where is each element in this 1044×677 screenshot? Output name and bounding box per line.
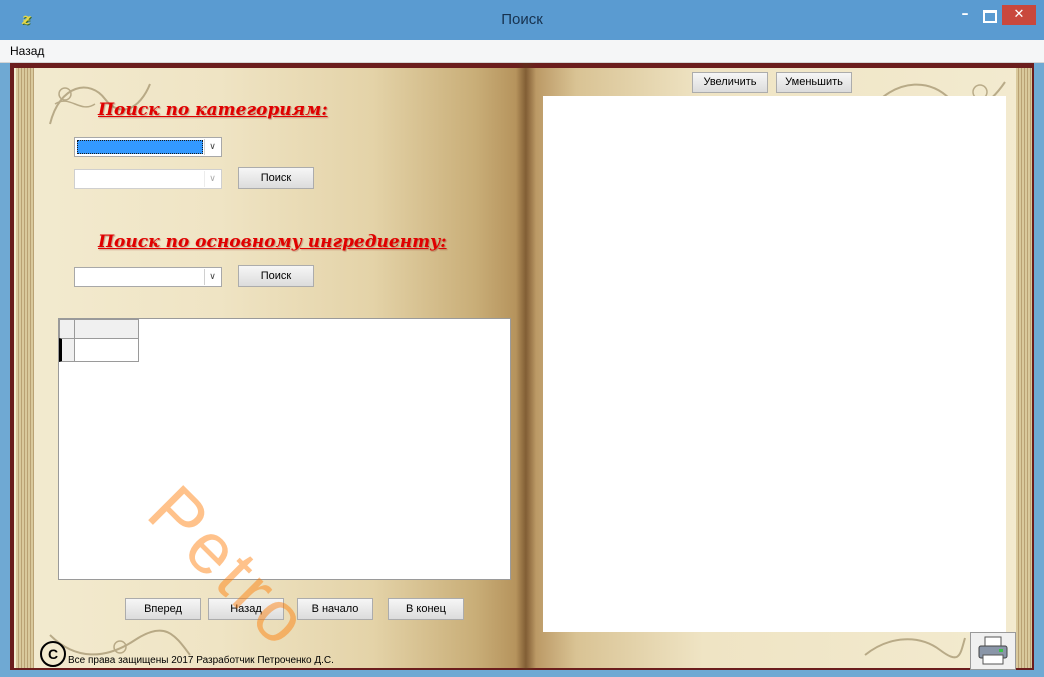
grid-column-header[interactable] [74,319,139,339]
chevron-down-icon[interactable]: ∨ [204,269,220,285]
print-button[interactable] [970,632,1016,670]
window-title: Поиск [501,11,543,28]
menu-item-back[interactable]: Назад [10,44,44,58]
copyright-text: Все права защищены 2017 Разработчик Петр… [68,655,334,666]
menu-bar: Назад [0,40,1044,63]
results-grid[interactable] [58,318,511,580]
grid-row-header[interactable] [59,338,75,362]
subcategory-select[interactable]: ∨ [74,169,222,189]
ingredient-search-heading: Поиск по основному ингредиенту: [98,232,447,252]
title-bar: ƶ Поиск – ✕ [0,0,1044,40]
grid-cell[interactable] [74,338,139,362]
printer-icon [978,636,1008,665]
grid-corner-cell [59,319,75,339]
back-button[interactable]: Назад [208,598,284,620]
ornament-bottom-right [864,637,966,659]
ingredient-search-button[interactable]: Поиск [238,265,314,287]
to-end-button[interactable]: В конец [388,598,464,620]
left-page-edges [16,68,34,668]
chevron-down-icon[interactable]: ∨ [204,139,220,155]
close-button[interactable]: ✕ [1002,5,1036,25]
category-search-heading: Поиск по категориям: [98,100,328,120]
forward-button[interactable]: Вперед [125,598,201,620]
maximize-button[interactable] [983,10,997,23]
right-page-edges [1016,68,1032,668]
category-select[interactable]: ∨ [74,137,222,157]
ingredient-select[interactable]: ∨ [74,267,222,287]
zoom-in-button[interactable]: Увеличить [692,72,768,93]
category-select-value [77,140,203,154]
book-spine [516,63,536,670]
copyright-icon: C [40,641,66,667]
zoom-out-button[interactable]: Уменьшить [776,72,852,93]
document-viewer[interactable] [543,96,1006,632]
category-search-button[interactable]: Поиск [238,167,314,189]
to-start-button[interactable]: В начало [297,598,373,620]
minimize-button[interactable]: – [955,7,975,24]
chevron-down-icon[interactable]: ∨ [204,171,220,187]
